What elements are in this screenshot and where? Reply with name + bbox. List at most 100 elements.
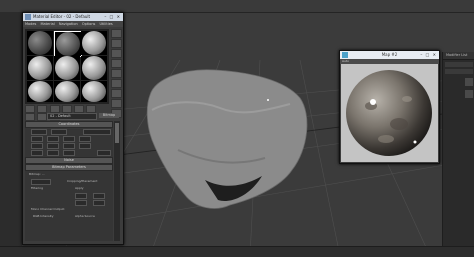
material-sphere xyxy=(55,81,79,102)
param-field[interactable] xyxy=(47,136,59,142)
material-name-field[interactable]: 02 - Default xyxy=(47,113,97,120)
material-sphere xyxy=(28,81,52,102)
sample-slot[interactable] xyxy=(27,56,53,80)
material-sphere xyxy=(28,56,52,80)
bitmap-path[interactable]: Bitmap: ... xyxy=(29,172,45,177)
rollout-coordinates[interactable]: Coordinates xyxy=(25,121,113,128)
sample-slots xyxy=(25,29,109,104)
mono-channel-label: Mono Channel Output: xyxy=(31,207,65,211)
menu-modes[interactable]: Modes xyxy=(25,22,36,26)
param-field[interactable] xyxy=(79,136,91,142)
put-to-scene-button[interactable] xyxy=(37,105,48,113)
param-field[interactable] xyxy=(75,193,87,199)
param-field[interactable] xyxy=(63,143,75,149)
timeline-bar xyxy=(0,246,474,257)
param-row xyxy=(27,136,111,142)
param-row: RGB Intensity Alpha Source xyxy=(27,214,111,220)
param-row xyxy=(27,150,111,156)
sample-slot[interactable] xyxy=(81,81,107,102)
material-sphere xyxy=(56,32,80,56)
sample-slot[interactable] xyxy=(27,81,53,102)
param-row: Bitmap: ... xyxy=(27,172,111,178)
window-controls[interactable]: – □ ✕ xyxy=(420,51,437,59)
modifier-button[interactable] xyxy=(465,78,473,86)
apply-label[interactable]: Apply xyxy=(75,186,83,191)
param-field[interactable] xyxy=(31,136,43,142)
map-window-titlebar[interactable]: Map #2 – □ ✕ xyxy=(340,51,439,59)
sample-slot[interactable] xyxy=(54,81,80,102)
put-to-library-button[interactable] xyxy=(86,105,97,113)
map-window-title: Map #2 xyxy=(381,52,398,57)
rollout-noise[interactable]: Noise xyxy=(25,157,113,164)
backlight-button[interactable] xyxy=(111,39,122,48)
param-field[interactable] xyxy=(31,143,43,149)
modifier-list-label: Modifier List xyxy=(443,52,474,60)
sample-slot-active[interactable] xyxy=(54,31,82,57)
material-editor-titlebar[interactable]: Material Editor - 02 - Default – □ ✕ xyxy=(23,13,123,21)
get-material-button[interactable] xyxy=(25,105,35,113)
param-field[interactable] xyxy=(63,136,75,142)
param-row xyxy=(27,200,111,206)
window-controls[interactable]: – □ ✕ xyxy=(104,13,121,21)
param-row: Cropping/Placement xyxy=(27,179,111,185)
uv-tiling-button[interactable] xyxy=(111,59,122,68)
assign-material-button[interactable] xyxy=(49,105,60,113)
param-button[interactable] xyxy=(97,150,111,156)
make-preview-button[interactable] xyxy=(111,79,122,88)
param-field[interactable] xyxy=(47,143,59,149)
param-field[interactable] xyxy=(93,193,105,199)
video-check-button[interactable] xyxy=(111,69,122,78)
material-type-button[interactable]: Bitmap xyxy=(99,113,119,118)
select-by-material-button[interactable] xyxy=(111,99,122,108)
options-button[interactable] xyxy=(111,89,122,98)
reload-button[interactable] xyxy=(31,179,51,185)
param-field[interactable] xyxy=(75,200,87,206)
param-dropdown[interactable] xyxy=(83,129,111,135)
param-row: Mono Channel Output: xyxy=(27,207,111,213)
bottom-tools xyxy=(25,105,109,121)
menu-options[interactable]: Options xyxy=(82,22,96,26)
sample-slot[interactable] xyxy=(81,31,107,55)
command-panel: Modifier List xyxy=(442,52,474,256)
background-button[interactable] xyxy=(111,49,122,58)
sample-slot[interactable] xyxy=(27,31,53,55)
sample-type-button[interactable] xyxy=(111,29,122,38)
rollout-bitmap-parameters[interactable]: Bitmap Parameters xyxy=(25,164,113,171)
material-sphere xyxy=(82,31,106,55)
auto-label[interactable]: Auto xyxy=(342,59,349,63)
menu-utilities[interactable]: Utilities xyxy=(100,22,113,26)
material-editor-title: Material Editor - 02 - Default xyxy=(33,14,91,19)
material-editor-menubar: Modes Material Navigation Options Utilit… xyxy=(23,21,123,27)
filtering-label: Filtering xyxy=(31,186,44,190)
menu-navigation[interactable]: Navigation xyxy=(59,22,78,26)
side-tools xyxy=(110,29,122,118)
sample-slot[interactable] xyxy=(54,56,80,80)
scroll-thumb[interactable] xyxy=(115,123,119,143)
menu-material[interactable]: Material xyxy=(41,22,55,26)
param-field[interactable] xyxy=(63,150,75,156)
cropping-label: Cropping/Placement xyxy=(67,179,98,183)
map-window-icon xyxy=(342,52,348,58)
make-unique-button[interactable] xyxy=(74,105,85,113)
material-editor-window: Material Editor - 02 - Default – □ ✕ Mod… xyxy=(22,12,124,245)
rollout-scrollbar[interactable] xyxy=(114,121,120,241)
param-field[interactable] xyxy=(31,129,47,135)
reset-map-button[interactable] xyxy=(61,105,72,113)
param-row xyxy=(27,193,111,199)
param-field[interactable] xyxy=(47,150,59,156)
param-row: Filtering Apply xyxy=(27,186,111,192)
param-row xyxy=(27,129,111,135)
material-name-bar: 02 - Default Bitmap xyxy=(25,113,121,120)
parameter-rollouts: Coordinates Noise Bitmap Parameters Bitm… xyxy=(25,121,113,241)
modifier-button[interactable] xyxy=(465,90,473,98)
param-row xyxy=(27,143,111,149)
sample-slot[interactable] xyxy=(81,56,107,80)
panel-row xyxy=(445,69,473,74)
param-field[interactable] xyxy=(93,200,105,206)
param-field[interactable] xyxy=(31,150,43,156)
param-field[interactable] xyxy=(79,143,91,149)
param-field[interactable] xyxy=(51,129,67,135)
rgb-intensity-option[interactable]: RGB Intensity xyxy=(33,214,53,219)
left-toolbar xyxy=(0,12,22,256)
material-sphere xyxy=(55,56,79,80)
